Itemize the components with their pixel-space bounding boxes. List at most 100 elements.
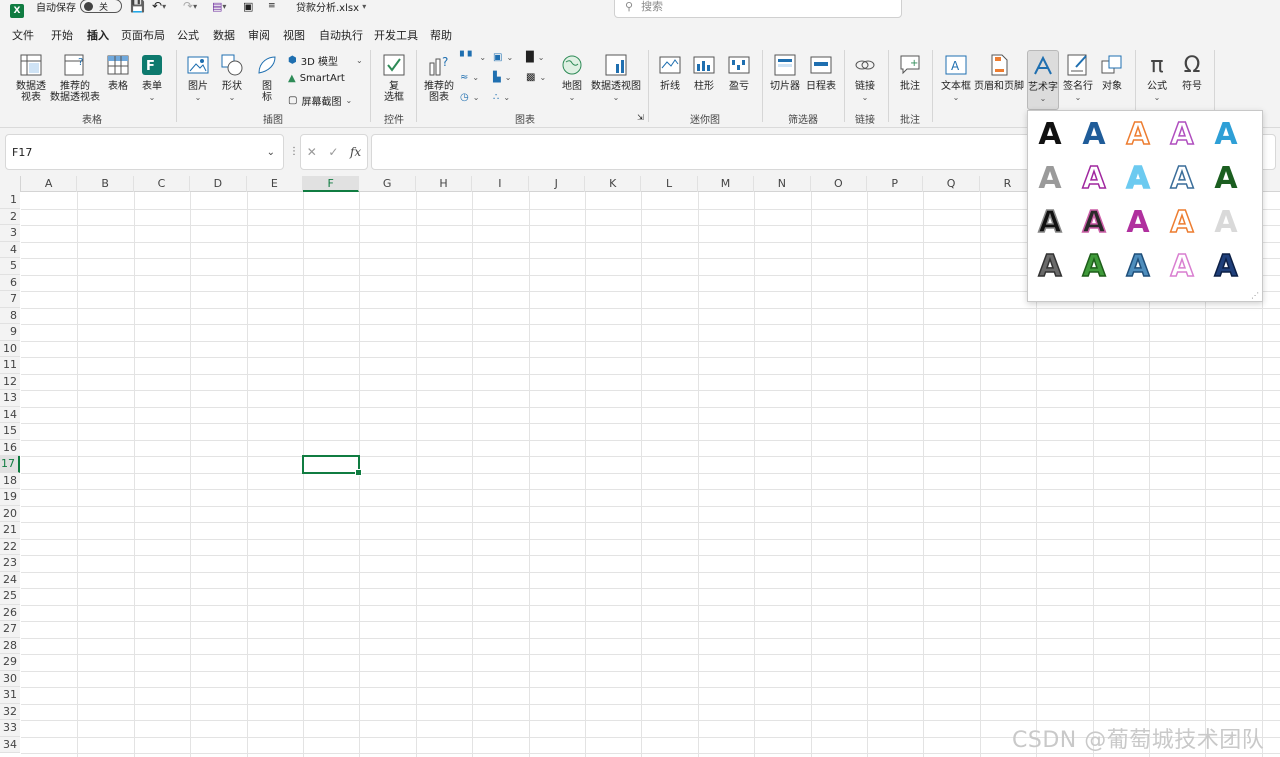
resize-grip-icon[interactable]: ⋰ (1251, 291, 1259, 300)
row-header[interactable]: 20 (0, 505, 20, 522)
wordart-style-option[interactable]: A (1120, 248, 1156, 285)
row-header[interactable]: 33 (0, 720, 20, 737)
enter-icon[interactable]: ✓ (328, 145, 338, 159)
wordart-style-option[interactable]: A (1164, 248, 1200, 285)
pictures-button[interactable]: 图片 ⌄ (184, 52, 212, 103)
wordart-button[interactable]: 艺术字 ⌄ (1027, 50, 1059, 110)
more-options-icon[interactable]: ⋮ (289, 146, 299, 157)
column-header[interactable]: P (867, 176, 924, 192)
tab-5[interactable]: 数据 (213, 27, 235, 43)
wordart-style-option[interactable]: A (1032, 204, 1068, 241)
row-header[interactable]: 23 (0, 555, 20, 572)
column-header[interactable]: L (641, 176, 698, 192)
wordart-style-option[interactable]: A (1076, 204, 1112, 241)
equation-button[interactable]: π 公式 ⌄ (1143, 52, 1171, 103)
format-icon[interactable]: ▤ ▾ (212, 0, 226, 17)
row-header[interactable]: 26 (0, 604, 20, 621)
checkbox-button[interactable]: 复 选框 (380, 52, 408, 103)
tab-3[interactable]: 页面布局 (121, 27, 165, 43)
wordart-style-option[interactable]: A (1120, 116, 1156, 153)
redo-icon[interactable]: ↷ ▾ (183, 0, 197, 17)
row-header[interactable]: 14 (0, 406, 20, 423)
column-header[interactable]: M (698, 176, 755, 192)
row-header[interactable]: 1 (0, 192, 20, 209)
smartart-button[interactable]: ▲ SmartArt (288, 73, 345, 84)
tab-4[interactable]: 公式 (177, 27, 199, 43)
row-header[interactable]: 11 (0, 357, 20, 374)
row-header[interactable]: 12 (0, 373, 20, 390)
column-header[interactable]: A (21, 176, 78, 192)
row-header[interactable]: 22 (0, 538, 20, 555)
row-header[interactable]: 3 (0, 225, 20, 242)
sparkline-winloss-button[interactable]: 盈亏 (725, 52, 753, 92)
statistic-chart-button[interactable]: ▙ ⌄ (493, 72, 511, 83)
row-header[interactable]: 27 (0, 621, 20, 638)
select-all-corner[interactable] (0, 176, 21, 192)
pivot-chart-button[interactable]: 数据透视图 ⌄ (590, 52, 642, 103)
row-header[interactable]: 19 (0, 489, 20, 506)
row-header[interactable]: 16 (0, 439, 20, 456)
signature-line-button[interactable]: 签名行 ⌄ (1062, 52, 1094, 103)
wordart-style-option[interactable]: A (1076, 117, 1112, 153)
row-header[interactable]: 2 (0, 208, 20, 225)
comment-button[interactable]: + 批注 (896, 52, 924, 92)
column-header[interactable]: W (1262, 176, 1280, 192)
row-header[interactable]: 5 (0, 258, 20, 275)
camera-icon[interactable]: ▣ (243, 0, 253, 17)
hierarchy-chart-button[interactable]: ▣ ⌄ (493, 52, 513, 63)
wordart-style-option[interactable]: A (1032, 248, 1068, 285)
wordart-style-option[interactable]: A (1032, 117, 1068, 153)
row-header[interactable]: 9 (0, 324, 20, 341)
row-header[interactable]: 13 (0, 390, 20, 407)
row-header[interactable]: 17 (0, 456, 20, 473)
column-header[interactable]: G (359, 176, 416, 192)
column-header[interactable]: K (585, 176, 642, 192)
undo-icon[interactable]: ↶ ▾ (152, 0, 166, 17)
tab-9[interactable]: 开发工具 (374, 27, 418, 43)
wordart-style-option[interactable]: A (1164, 116, 1200, 153)
table-button[interactable]: 表格 (104, 52, 132, 92)
wordart-style-option[interactable]: A (1164, 204, 1200, 241)
row-header[interactable]: 25 (0, 588, 20, 605)
tab-8[interactable]: 自动执行 (319, 27, 363, 43)
row-header[interactable]: 32 (0, 703, 20, 720)
row-header[interactable]: 24 (0, 571, 20, 588)
textbox-button[interactable]: A 文本框 ⌄ (940, 52, 972, 103)
name-box[interactable]: F17 ⌄ (5, 134, 284, 170)
tab-7[interactable]: 视图 (283, 27, 305, 43)
sparkline-line-button[interactable]: 折线 (656, 52, 684, 92)
insert-function-button[interactable]: fx (350, 145, 361, 159)
selected-cell[interactable] (302, 455, 363, 475)
slicer-button[interactable]: 切片器 (768, 52, 802, 92)
wordart-style-option[interactable]: A (1208, 117, 1244, 153)
recommended-pivot-button[interactable]: ? 推荐的 数据透视表 (50, 52, 100, 103)
wordart-style-option[interactable]: A (1076, 248, 1112, 285)
wordart-style-option[interactable]: A (1208, 161, 1244, 197)
wordart-style-option[interactable]: A (1208, 205, 1244, 241)
row-header[interactable]: 18 (0, 472, 20, 489)
column-header[interactable]: O (811, 176, 867, 192)
column-header[interactable]: E (247, 176, 303, 192)
column-header[interactable]: F (303, 176, 360, 192)
recommended-charts-button[interactable]: ? 推荐的 图表 (422, 52, 456, 103)
search-box[interactable]: ⚲ 搜索 (614, 0, 902, 18)
icons-button[interactable]: 图 标 (253, 52, 281, 103)
row-header[interactable]: 10 (0, 340, 20, 357)
column-header[interactable]: D (190, 176, 247, 192)
header-footer-button[interactable]: 页眉和页脚 (974, 52, 1024, 92)
scatter-chart-button[interactable]: ∴ ⌄ (493, 92, 510, 103)
column-chart-button[interactable]: ▘▘ ⌄ (460, 52, 486, 63)
wordart-style-option[interactable]: A (1120, 205, 1156, 241)
row-header[interactable]: 30 (0, 670, 20, 687)
column-header[interactable]: N (754, 176, 811, 192)
row-header[interactable]: 6 (0, 274, 20, 291)
row-header[interactable]: 34 (0, 736, 20, 753)
row-header[interactable]: 8 (0, 307, 20, 324)
waterfall-chart-button[interactable]: █ ⌄ (526, 52, 544, 63)
charts-dialog-launcher[interactable]: ⇲ (637, 113, 644, 122)
line-chart-button[interactable]: ≈ ⌄ (460, 72, 479, 83)
screenshot-button[interactable]: ▢ 屏幕截图 ⌄ (288, 93, 352, 108)
tab-6[interactable]: 审阅 (248, 27, 270, 43)
symbol-button[interactable]: Ω 符号 (1178, 52, 1206, 92)
pivot-table-button[interactable]: 数据透 视表 (14, 52, 48, 103)
